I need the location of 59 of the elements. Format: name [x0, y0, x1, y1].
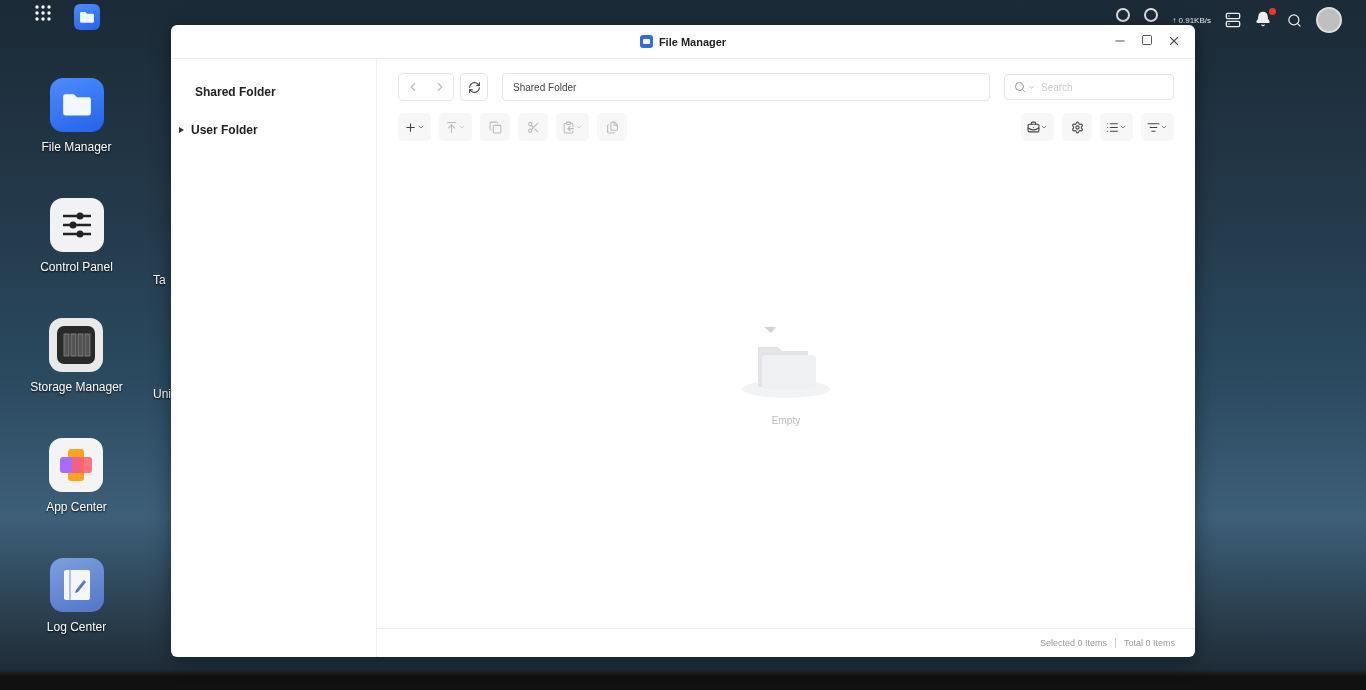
- refresh-button[interactable]: [460, 73, 488, 101]
- scissors-icon: [526, 120, 540, 134]
- plus-icon: [404, 120, 417, 134]
- app-center-app-icon[interactable]: [49, 438, 104, 492]
- caret-icon: [1040, 123, 1048, 131]
- copy-icon: [488, 120, 502, 134]
- upload-icon: [445, 120, 458, 134]
- app-label: Storage Manager: [30, 380, 123, 394]
- server-icon[interactable]: [1225, 12, 1241, 28]
- empty-message: Empty: [771, 415, 801, 426]
- tools-button[interactable]: [1021, 113, 1054, 141]
- maximize-button[interactable]: [1141, 34, 1153, 48]
- app-label: File Manager: [41, 140, 112, 154]
- caret-icon: [417, 123, 425, 131]
- app-label: Uni: [153, 387, 171, 401]
- storage-manager-app-icon[interactable]: [49, 318, 104, 372]
- settings-icon: [1070, 120, 1084, 134]
- close-button[interactable]: [1167, 34, 1181, 48]
- caret-icon: [575, 123, 583, 131]
- view-button[interactable]: [1100, 113, 1133, 141]
- avatar[interactable]: [1316, 7, 1342, 33]
- files-icon: [605, 120, 619, 134]
- sidebar-item[interactable]: User Folder: [171, 111, 376, 149]
- app-icon: [639, 35, 653, 48]
- folder-icon: [79, 10, 95, 24]
- folder-icon: [60, 92, 93, 118]
- control-panel-app-icon[interactable]: [49, 198, 104, 252]
- expand-arrow-icon[interactable]: [179, 127, 184, 133]
- search-icon[interactable]: [1287, 12, 1302, 28]
- caret-icon: [458, 123, 466, 131]
- selected-count: Selected 0 Items: [1039, 638, 1107, 648]
- new-button[interactable]: [398, 113, 431, 141]
- total-count: Total 0 Items: [1123, 638, 1175, 648]
- app-label: Ta: [153, 273, 167, 287]
- briefcase-icon: [1027, 120, 1040, 134]
- refresh-icon: [467, 80, 481, 94]
- list-icon: [1106, 120, 1119, 134]
- close-icon: [1167, 34, 1181, 48]
- settings-button[interactable]: [1062, 113, 1092, 141]
- window-title: File Manager: [639, 35, 727, 48]
- app-label: App Center: [46, 500, 107, 514]
- maximize-icon: [1141, 34, 1153, 46]
- app-label: Control Panel: [40, 260, 113, 274]
- caret-icon: [1119, 123, 1127, 131]
- sort-button[interactable]: [1141, 113, 1174, 141]
- app-grid-icon[interactable]: [34, 4, 52, 22]
- path-field[interactable]: Shared Folder: [502, 73, 990, 101]
- upload-speed: ↑ 0.91KB/s: [1172, 15, 1211, 25]
- sidebar-item[interactable]: Shared Folder: [171, 73, 376, 111]
- bell-icon[interactable]: [1255, 11, 1273, 29]
- app-label: Log Center: [46, 620, 107, 634]
- file-manager-taskbar-icon[interactable]: [74, 4, 100, 30]
- file-manager-app-icon[interactable]: [49, 78, 104, 132]
- drive-bay-icon: [56, 325, 97, 365]
- notebook-icon: [61, 568, 92, 602]
- log-center-app-icon[interactable]: [49, 558, 104, 612]
- sort-icon: [1147, 120, 1160, 134]
- caret-icon: [1160, 123, 1168, 131]
- clipboard-icon: [562, 120, 575, 134]
